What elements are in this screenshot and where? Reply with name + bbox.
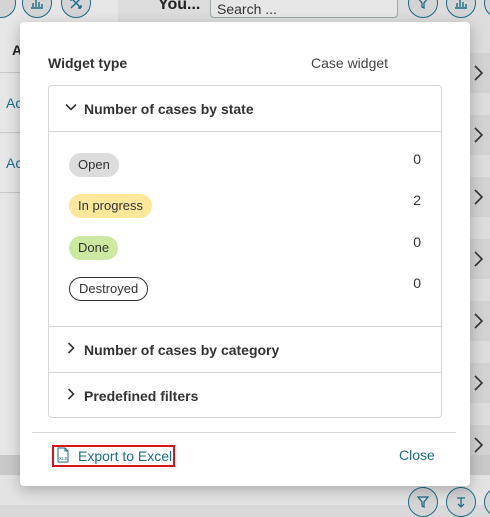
widget-info-dialog: Widget type Case widget Number of cases … — [20, 22, 470, 486]
bg-left-button-1 — [0, 0, 16, 18]
chevron-right-icon — [67, 388, 75, 400]
section-title: Predefined filters — [84, 388, 199, 404]
chevron-right-icon — [67, 342, 75, 354]
chart-icon — [455, 0, 467, 9]
state-row-done: Done 0 — [69, 234, 421, 260]
bg-expand-button — [61, 0, 91, 18]
close-button[interactable]: Close — [399, 447, 435, 463]
divider — [49, 131, 441, 132]
excel-file-icon: XLS — [57, 447, 69, 463]
widget-type-value: Case widget — [311, 55, 389, 71]
status-badge-done: Done — [69, 236, 119, 260]
bg-search-input: Search ... — [210, 0, 398, 18]
status-badge-destroyed: Destroyed — [69, 277, 149, 301]
state-count: 2 — [413, 192, 421, 208]
export-to-excel-button[interactable]: XLS Export to Excel — [52, 445, 175, 467]
bg-sort-button-bottom — [446, 487, 476, 517]
section-cases-by-state-header[interactable]: Number of cases by state — [49, 86, 441, 131]
state-count: 0 — [413, 234, 421, 250]
chevron-down-icon — [65, 103, 77, 111]
state-count: 0 — [413, 275, 421, 291]
info-accordion: Number of cases by state Open 0 In progr… — [48, 85, 442, 418]
footer-divider — [32, 432, 456, 433]
sort-icon — [457, 497, 465, 508]
chart-icon — [31, 0, 43, 9]
state-row-open: Open 0 — [69, 151, 421, 177]
status-badge-open: Open — [69, 153, 119, 177]
widget-type-label: Widget type — [48, 55, 128, 71]
bg-filter-button-bottom — [408, 487, 438, 517]
state-row-destroyed: Destroyed 0 — [69, 275, 421, 301]
filter-icon — [417, 496, 429, 508]
section-title: Number of cases by category — [84, 342, 280, 358]
filter-icon — [418, 0, 428, 9]
section-title: Number of cases by state — [84, 101, 254, 117]
svg-text:XLS: XLS — [59, 456, 68, 461]
state-row-in-progress: In progress 2 — [69, 192, 421, 218]
section-cases-by-category-header[interactable]: Number of cases by category — [49, 327, 441, 372]
state-count: 0 — [413, 151, 421, 167]
expand-icon — [70, 0, 82, 9]
bg-widget-title: You... — [158, 0, 201, 13]
export-label: Export to Excel — [78, 448, 173, 464]
section-predefined-filters-header[interactable]: Predefined filters — [49, 373, 441, 418]
bg-chart-button — [22, 0, 52, 18]
status-badge-in-progress: In progress — [69, 194, 153, 218]
